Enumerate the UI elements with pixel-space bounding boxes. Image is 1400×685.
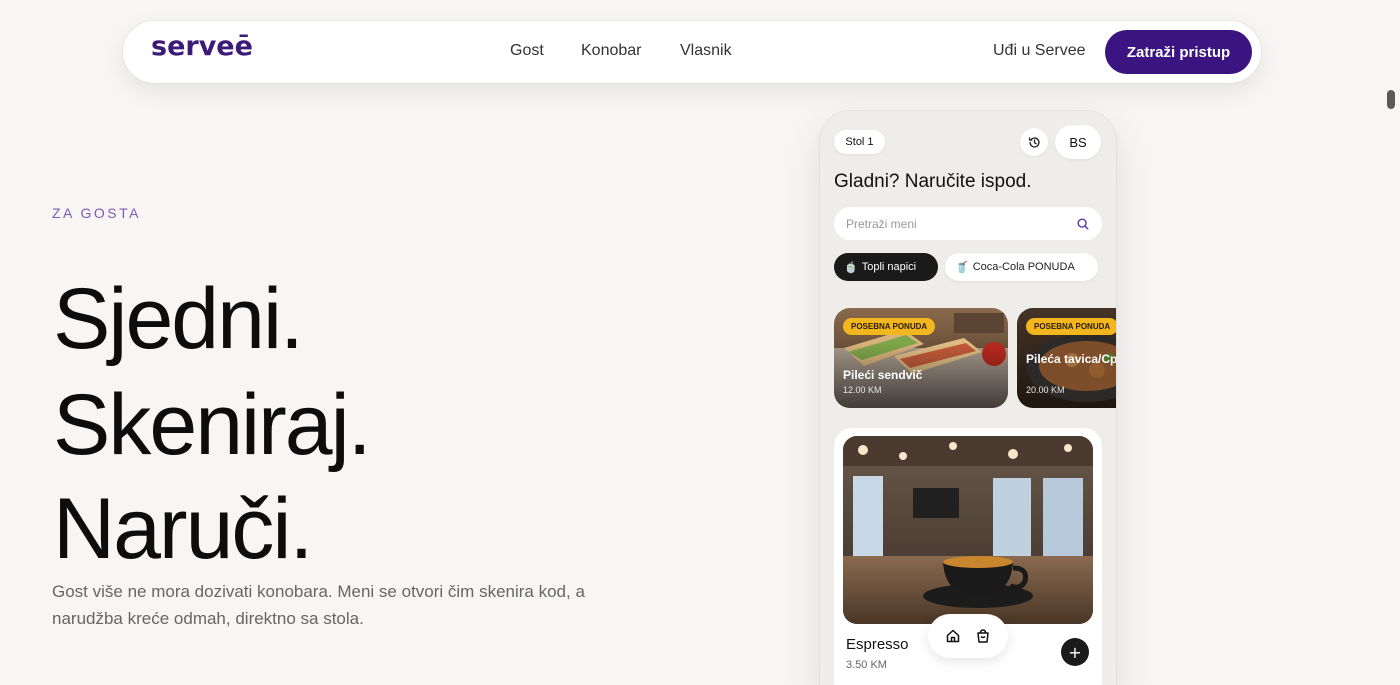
soda-icon: 🥤 (955, 261, 969, 274)
hot-drink-icon: 🍵 (844, 261, 858, 274)
chip-label: Topli napici (861, 261, 917, 273)
login-link[interactable]: Uđi u Servee (993, 42, 1086, 60)
special-offer-badge: POSEBNA PONUDA (843, 318, 936, 335)
special-price: 12.00 KM (843, 385, 882, 395)
search-icon[interactable] (1076, 217, 1090, 231)
headline-line-3: Naruči. (53, 481, 313, 577)
nav-link-konobar[interactable]: Konobar (581, 42, 642, 60)
phone-mockup: Stol 1 BS Gladni? Naručite ispod. 🍵 Topl… (820, 111, 1116, 685)
history-icon (1028, 136, 1040, 148)
nav-link-vlasnik[interactable]: Vlasnik (680, 42, 732, 60)
special-name: Pileća tavica/Cpan (1026, 352, 1116, 366)
table-indicator: Stol 1 (834, 130, 885, 154)
special-offer-card[interactable]: POSEBNA PONUDA Pileća tavica/Cpan 20.00 … (1017, 308, 1116, 408)
espresso-photo (843, 436, 1093, 624)
category-chip-topli-napici[interactable]: 🍵 Topli napici (834, 253, 938, 281)
bottom-navigation (928, 614, 1008, 658)
hero-eyebrow: ZA GOSTA (52, 205, 141, 221)
headline-line-1: Sjedni. (53, 271, 304, 367)
add-to-cart-button[interactable]: + (1061, 638, 1089, 666)
scrollbar-thumb[interactable] (1387, 90, 1395, 109)
top-navigation-bar: serveē Gost Konobar Vlasnik Uđi u Servee… (123, 21, 1261, 83)
product-price: 3.50 KM (846, 659, 887, 671)
home-icon[interactable] (945, 628, 961, 644)
request-access-button[interactable]: Zatraži pristup (1105, 30, 1252, 74)
nav-link-gost[interactable]: Gost (510, 42, 544, 60)
menu-title: Gladni? Naručite ispod. (834, 171, 1032, 192)
menu-search-input[interactable] (834, 207, 1102, 240)
headline-line-2: Skeniraj. (53, 377, 372, 473)
chip-label: Coca-Cola PONUDA (972, 261, 1075, 273)
hero-description: Gost više ne mora dozivati konobara. Men… (52, 582, 585, 628)
servee-logo[interactable]: serveē (151, 31, 253, 62)
language-button[interactable]: BS (1055, 125, 1101, 159)
history-button[interactable] (1020, 128, 1048, 156)
cart-icon[interactable] (975, 628, 991, 644)
category-chip-coca-cola[interactable]: 🥤 Coca-Cola PONUDA (945, 253, 1098, 281)
special-offer-card[interactable]: POSEBNA PONUDA Pileći sendvič 12.00 KM (834, 308, 1008, 408)
product-name: Espresso (846, 636, 909, 653)
special-name: Pileći sendvič (843, 368, 923, 382)
special-offer-badge: POSEBNA PONUDA (1026, 318, 1116, 335)
special-price: 20.00 KM (1026, 385, 1065, 395)
